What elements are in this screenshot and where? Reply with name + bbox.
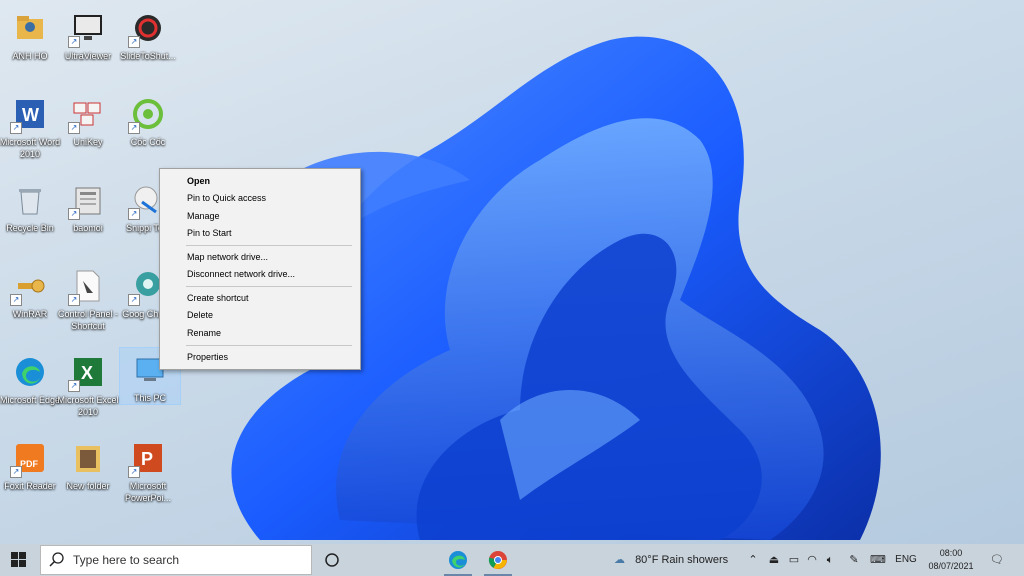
icon-label: Recycle Bin xyxy=(6,223,54,233)
icon-label: This PC xyxy=(133,393,166,403)
desktop-icon-foxit[interactable]: PDF ↗ Foxit Reader xyxy=(0,434,60,514)
desktop-icon-excel[interactable]: X ↗ Microsoft Excel 2010 xyxy=(57,348,119,428)
weather-widget[interactable]: ☁ 80°F Rain showers xyxy=(614,544,738,576)
svg-text:X: X xyxy=(81,363,93,383)
icon-label: Microsoft Edge xyxy=(0,395,61,405)
icon-label: WinRAR xyxy=(12,309,48,319)
battery-icon[interactable]: ▭ xyxy=(786,544,802,576)
weather-cloud-icon: ☁ xyxy=(614,554,625,566)
desktop-icon-slidetoshutdown[interactable]: ↗ SlideToShut... xyxy=(118,4,178,84)
desktop-icon-powerpoint[interactable]: P ↗ Microsoft PowerPoi... xyxy=(118,434,178,514)
menu-item-create-shortcut[interactable]: Create shortcut xyxy=(161,290,359,307)
desktop-icon-edge[interactable]: Microsoft Edge xyxy=(0,348,60,428)
usb-icon[interactable]: ⏏ xyxy=(766,544,782,576)
desktop-icon-word[interactable]: W ↗ Microsoft Word 2010 xyxy=(0,90,60,170)
folder-icon xyxy=(70,440,106,476)
menu-item-delete[interactable]: Delete xyxy=(161,307,359,324)
icon-label: Microsoft Excel 2010 xyxy=(57,395,119,417)
icon-label: Cốc Cốc xyxy=(130,137,166,147)
winrar-icon: ↗ xyxy=(10,268,48,306)
keyboard-icon[interactable]: ⌨ xyxy=(868,544,888,576)
news-icon: ↗ xyxy=(68,182,106,220)
icon-label: SlideToShut... xyxy=(120,51,176,61)
menu-item-pin-to-start[interactable]: Pin to Start xyxy=(161,225,359,242)
edge-icon xyxy=(12,354,48,390)
clock[interactable]: 08:00 08/07/2021 xyxy=(916,547,986,573)
user-folder-icon xyxy=(12,10,48,46)
coccoc-icon: ↗ xyxy=(128,96,166,134)
desktop-icon-anh-ho[interactable]: ANH HO xyxy=(0,4,60,84)
menu-separator xyxy=(186,245,352,246)
desktop-icon-ultraviewer[interactable]: ↗ UltraViewer xyxy=(58,4,118,84)
word-icon: W ↗ xyxy=(10,96,48,134)
svg-text:PDF: PDF xyxy=(20,459,39,469)
icon-label: UltraViewer xyxy=(64,51,112,61)
desktop-icon-new-folder[interactable]: New folder xyxy=(58,434,118,514)
icon-label: Control Panel - Shortcut xyxy=(57,309,119,331)
icon-label: Microsoft PowerPoi... xyxy=(124,481,172,503)
desktop-icon-control-panel[interactable]: ↗ Control Panel - Shortcut xyxy=(58,262,118,342)
volume-icon[interactable]: 🔈︎ xyxy=(822,544,838,576)
taskbar-edge[interactable] xyxy=(438,544,478,576)
menu-item-map-network-drive[interactable]: Map network drive... xyxy=(161,249,359,266)
unikey-icon: ↗ xyxy=(68,96,106,134)
menu-item-properties[interactable]: Properties xyxy=(161,349,359,366)
menu-separator xyxy=(186,345,352,346)
search-box[interactable]: Type here to search xyxy=(40,545,312,575)
excel-icon: X ↗ xyxy=(68,354,106,392)
desktop-icon-baomoi[interactable]: ↗ baomoi xyxy=(58,176,118,256)
menu-item-manage[interactable]: Manage xyxy=(161,208,359,225)
menu-item-open[interactable]: Open xyxy=(161,173,359,190)
chrome-icon xyxy=(488,551,507,569)
monitor-icon: ↗ xyxy=(68,10,106,48)
cortana-icon[interactable] xyxy=(322,550,342,570)
desktop-icon-winrar[interactable]: ↗ WinRAR xyxy=(0,262,60,342)
wifi-icon[interactable]: ◠ xyxy=(804,544,820,576)
svg-text:P: P xyxy=(141,449,153,469)
icon-label: Foxit Reader xyxy=(4,481,56,491)
context-menu: Open Pin to Quick access Manage Pin to S… xyxy=(159,168,361,370)
svg-text:W: W xyxy=(22,105,39,125)
clock-time: 08:00 xyxy=(939,548,963,558)
icon-label: UniKey xyxy=(73,137,103,147)
taskbar: Type here to search ☁ 80°F Rain showers … xyxy=(0,544,1024,576)
desktop-icon-recycle-bin[interactable]: Recycle Bin xyxy=(0,176,60,256)
control-panel-icon: ↗ xyxy=(68,268,106,306)
taskbar-chrome[interactable] xyxy=(478,544,518,576)
power-icon: ↗ xyxy=(128,10,166,48)
recycle-bin-icon xyxy=(12,182,48,218)
menu-item-pin-quick-access[interactable]: Pin to Quick access xyxy=(161,190,359,207)
start-button[interactable] xyxy=(0,544,38,576)
menu-item-disconnect-network-drive[interactable]: Disconnect network drive... xyxy=(161,266,359,283)
pdf-icon: PDF ↗ xyxy=(10,440,48,478)
search-icon xyxy=(49,552,64,567)
icon-label: baomoi xyxy=(73,223,103,233)
desktop[interactable]: ANH HO ↗ UltraViewer ↗ SlideToShut... W … xyxy=(0,0,1024,544)
powerpoint-icon: P ↗ xyxy=(128,440,166,478)
icon-label: Microsoft Word 2010 xyxy=(0,137,61,159)
menu-item-rename[interactable]: Rename xyxy=(161,325,359,342)
weather-text: 80°F Rain showers xyxy=(635,554,729,566)
pen-icon[interactable]: ✎ xyxy=(846,544,862,576)
windows-logo-icon xyxy=(11,552,26,567)
chevron-up-icon[interactable]: ⌃ xyxy=(746,544,760,576)
notification-icon[interactable]: 🗨︎ xyxy=(986,544,1008,576)
menu-separator xyxy=(186,286,352,287)
edge-icon xyxy=(449,551,467,569)
icon-label: New folder xyxy=(66,481,110,491)
desktop-icon-unikey[interactable]: ↗ UniKey xyxy=(58,90,118,170)
desktop-icon-coccoc[interactable]: ↗ Cốc Cốc xyxy=(118,90,178,170)
search-placeholder: Type here to search xyxy=(73,553,180,567)
icon-label: ANH HO xyxy=(12,51,48,61)
clock-date: 08/07/2021 xyxy=(928,561,974,571)
